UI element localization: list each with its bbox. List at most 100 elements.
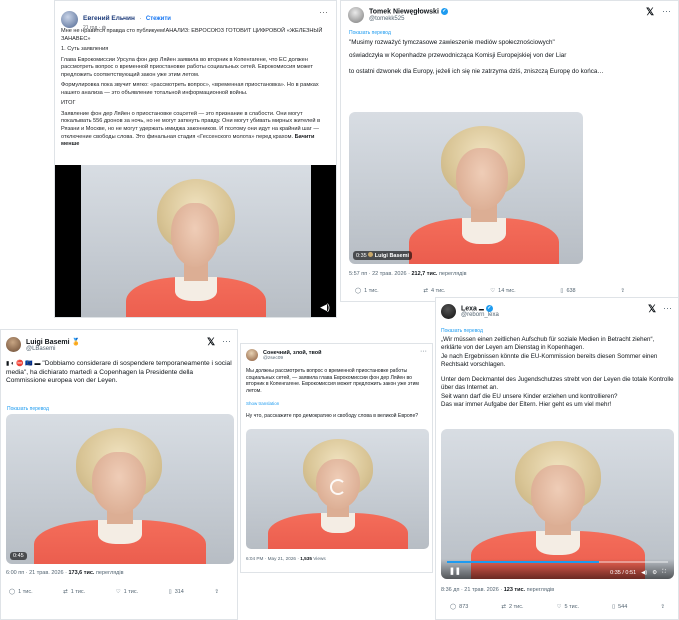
- more-options-icon[interactable]: ···: [663, 303, 672, 313]
- view-count: 123 тис.: [503, 587, 526, 593]
- x-logo-icon: 𝕏: [206, 337, 215, 348]
- tweet-timestamp[interactable]: 5:57 пп · 22 трав. 2026: [349, 271, 407, 277]
- bookmark-button[interactable]: ▯ 638: [560, 288, 575, 294]
- x-logo-icon: 𝕏: [647, 304, 656, 315]
- avatar[interactable]: [246, 349, 258, 361]
- facebook-post: Евгений Ельчин · Стежити 21 год · ◍ ··· …: [54, 0, 337, 318]
- loading-spinner-icon: [330, 479, 346, 495]
- more-options-icon[interactable]: ···: [662, 6, 671, 16]
- video-time: 0:35 / 0:51: [610, 569, 637, 576]
- tweet-text-line: „Wir müssen einen zeitlichen Aufschub fü…: [441, 336, 655, 352]
- tweet-timestamp[interactable]: 8:36 дп · 21 трав. 2026: [441, 587, 499, 593]
- tweet-text-line: oświadczyła w Kopenhadze przewodnicząca …: [349, 52, 567, 60]
- share-button[interactable]: ⇪: [660, 604, 665, 610]
- x-logo-icon: 𝕏: [645, 7, 654, 18]
- like-button[interactable]: ♡ 14 тис.: [490, 288, 515, 294]
- tweet-text: Мы должны рассмотреть вопрос о временной…: [246, 368, 419, 395]
- verified-badge-icon: ✓: [440, 8, 448, 16]
- show-translation-link[interactable]: Show translation: [246, 401, 279, 406]
- avatar-mini-icon: [368, 252, 374, 257]
- tweet-timestamp[interactable]: 6:00 пп · 21 трав. 2026: [6, 570, 64, 576]
- heart-icon: ♡: [490, 288, 496, 294]
- bookmark-icon: ▯: [612, 604, 616, 610]
- settings-icon[interactable]: ⚙: [652, 570, 657, 576]
- repost-count: 2 тис.: [509, 604, 524, 610]
- tweet-timestamp[interactable]: 6:04 PM · May 21, 2026: [246, 556, 296, 561]
- author-handle[interactable]: @LBasemi: [26, 346, 80, 352]
- more-options-icon[interactable]: ···: [420, 348, 427, 355]
- like-count: 1 тис.: [123, 589, 139, 595]
- author-name[interactable]: Luigi Basemi: [26, 339, 70, 346]
- tweet-text-line: "Musimy rozważyć tymczasowe zawieszenie …: [349, 39, 555, 46]
- share-icon: ⇪: [660, 604, 665, 610]
- view-count: 1,535: [300, 556, 312, 561]
- tweet-italian: Luigi Basemi 🏅 @LBasemi 𝕏 ··· ▮ ◐ ⛔ 🇪🇺 ▬…: [0, 329, 238, 620]
- bookmark-count: 314: [174, 589, 184, 595]
- flag-emoji-row: ▮ ◐ ⛔ 🇪🇺 ▬: [6, 361, 41, 367]
- like-count: 14 тис.: [498, 288, 516, 294]
- share-icon: ⇪: [214, 589, 219, 595]
- author-handle[interactable]: @zsec09: [263, 356, 322, 361]
- repost-button[interactable]: ⇄ 1 тис.: [63, 589, 85, 595]
- bookmark-count: 544: [618, 604, 628, 610]
- repost-button[interactable]: ⇄ 4 тис.: [423, 288, 445, 294]
- show-translation-link[interactable]: Показать перевод: [7, 406, 49, 412]
- avatar[interactable]: [441, 304, 456, 319]
- view-count-label: переглядів: [526, 587, 555, 593]
- tweet-text-line: Das war immer Aufgabe der Eltern. Hier g…: [441, 400, 612, 408]
- video-player[interactable]: 0:35 Luigi Basemi: [349, 112, 583, 264]
- view-count-label: Views: [313, 556, 326, 561]
- follow-button[interactable]: Стежити: [146, 16, 171, 22]
- share-button[interactable]: ⇪: [214, 589, 219, 595]
- bookmark-icon: ▯: [560, 288, 564, 294]
- repost-count: 4 тис.: [430, 288, 446, 294]
- video-duration: 0:45: [10, 552, 27, 560]
- tweet-text-line: Seit wann darf die EU unsere Kinder erzi…: [441, 392, 618, 400]
- volume-icon[interactable]: ◀): [320, 302, 330, 313]
- bookmark-button[interactable]: ▯ 314: [169, 589, 184, 595]
- like-button[interactable]: ♡ 1 тис.: [116, 589, 138, 595]
- trophy-icon: 🏅: [71, 338, 81, 346]
- author-name[interactable]: Евгений Ельчин: [83, 15, 135, 22]
- avatar[interactable]: [348, 7, 364, 23]
- video-player[interactable]: [246, 429, 429, 549]
- avatar[interactable]: [6, 337, 21, 352]
- reply-button[interactable]: ◯ 1 тис.: [9, 589, 33, 595]
- view-count-label: переглядів: [95, 570, 124, 576]
- author-handle[interactable]: @reborn_lexa: [461, 312, 499, 318]
- bookmark-button[interactable]: ▯ 544: [612, 604, 627, 610]
- pause-icon[interactable]: ❚❚: [449, 567, 461, 575]
- post-text-line: 1. Суть заявления: [61, 46, 109, 53]
- post-text-line: Глава Еврокомиссии Урсула фон дер Ляйен …: [61, 56, 313, 78]
- fullscreen-icon[interactable]: ⛶: [662, 569, 666, 576]
- video-player[interactable]: ◀): [55, 165, 336, 317]
- heart-icon: ♡: [115, 589, 121, 595]
- tweet-german: Lexa ▬ ✓ @reborn_lexa 𝕏 ··· Показать пер…: [435, 297, 679, 620]
- video-player[interactable]: 0:45: [6, 414, 234, 564]
- share-button[interactable]: ⇪: [620, 288, 625, 294]
- repost-button[interactable]: ⇄ 2 тис.: [501, 604, 523, 610]
- video-player[interactable]: ❚❚ 0:35 / 0:51 ◀) ⚙ ⛶: [441, 429, 674, 579]
- author-name[interactable]: Сонечний, злой, твой: [263, 350, 322, 356]
- avatar[interactable]: [61, 10, 78, 28]
- video-source-label[interactable]: Luigi Basemi: [375, 253, 409, 259]
- heart-icon: ♡: [556, 604, 562, 610]
- volume-icon[interactable]: ◀): [641, 570, 647, 576]
- show-translation-link[interactable]: Показать перевод: [349, 30, 391, 36]
- reply-icon: ◯: [355, 288, 362, 294]
- reply-button[interactable]: ◯ 1 тис.: [355, 288, 379, 294]
- post-text-line: Мне не нравится правда сто публикуем!АНА…: [61, 28, 323, 42]
- progress-track[interactable]: [447, 561, 668, 563]
- repost-icon: ⇄: [423, 288, 428, 294]
- like-button[interactable]: ♡ 5 тис.: [557, 604, 579, 610]
- tweet-text-line: Unter dem Deckmantel des Jugendschutzes …: [441, 376, 674, 392]
- reply-icon: ◯: [9, 589, 16, 595]
- reply-button[interactable]: ◯ 873: [450, 604, 468, 610]
- more-options-icon[interactable]: ···: [222, 336, 231, 346]
- author-handle[interactable]: @tomekk525: [369, 16, 448, 22]
- more-options-icon[interactable]: ···: [319, 7, 328, 17]
- author-name[interactable]: Lexa: [461, 305, 477, 312]
- like-count: 5 тис.: [564, 604, 579, 610]
- author-name[interactable]: Tomek Niewęgłowski: [369, 9, 439, 16]
- show-translation-link[interactable]: Показать перевод: [441, 328, 483, 334]
